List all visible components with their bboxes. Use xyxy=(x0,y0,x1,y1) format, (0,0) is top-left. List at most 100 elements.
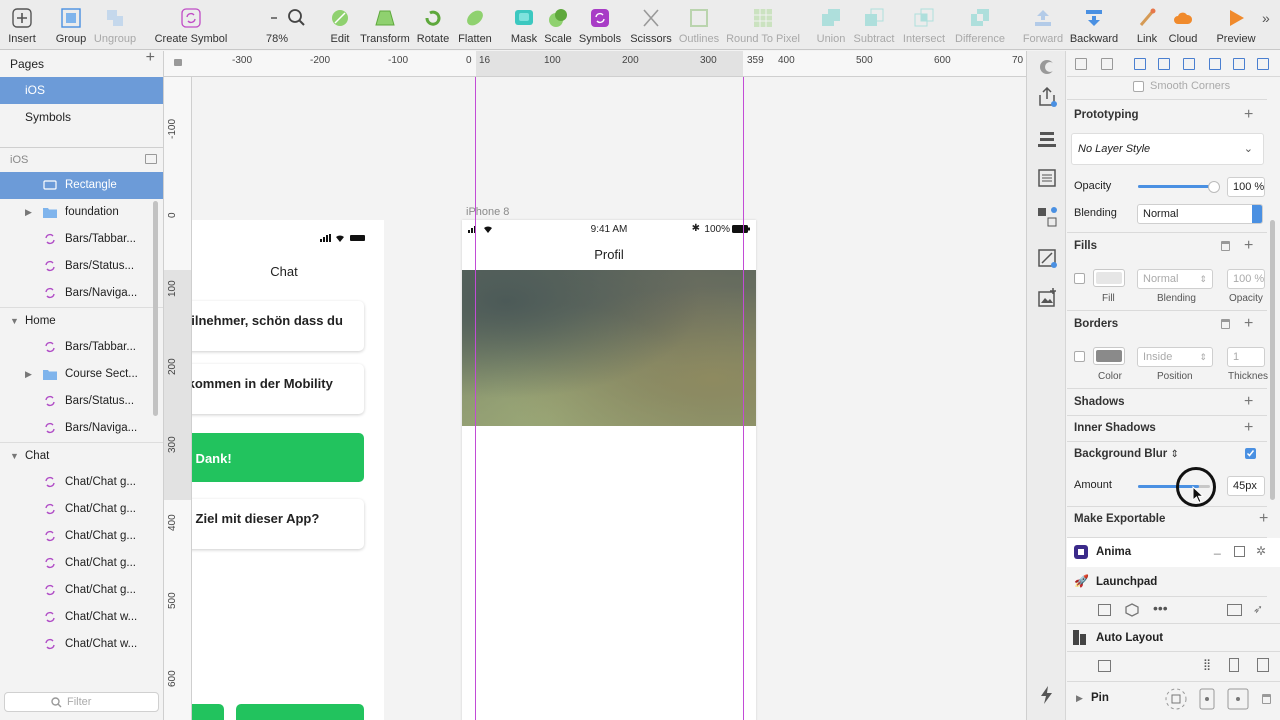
pin-horizontal-icon[interactable] xyxy=(1227,688,1249,710)
layer-item[interactable]: Bars/Naviga... xyxy=(0,415,163,442)
layer-item[interactable]: Bars/Tabbar... xyxy=(0,334,163,361)
background-blur-title[interactable]: Background Blur ⇕ xyxy=(1074,448,1179,460)
browser-icon[interactable] xyxy=(1227,604,1242,616)
artboard-label[interactable]: iPhone 8 xyxy=(466,206,509,218)
pin-header[interactable]: ▶ Pin xyxy=(1067,681,1280,720)
more-icon[interactable]: ••• xyxy=(1153,600,1168,616)
create-symbol-button[interactable]: Create Symbol xyxy=(152,0,230,50)
scissors-button[interactable]: Scissors xyxy=(628,0,674,50)
smooth-corners-checkbox[interactable] xyxy=(1133,81,1144,92)
components-icon[interactable] xyxy=(1037,207,1057,227)
flatten-button[interactable]: Flatten xyxy=(456,0,494,50)
align-bottom-icon[interactable] xyxy=(1257,58,1269,70)
gear-icon[interactable]: ✲ xyxy=(1256,544,1266,558)
chat-artboard[interactable]: Chat eilnehmer, schön dass du lkommen in… xyxy=(192,220,384,720)
blending-select[interactable]: Normal xyxy=(1137,204,1263,224)
subtract-button[interactable]: Subtract xyxy=(852,0,896,50)
fill-color-swatch[interactable] xyxy=(1093,269,1125,287)
opacity-slider[interactable] xyxy=(1138,185,1214,188)
transform-button[interactable]: Transform xyxy=(358,0,412,50)
trash-icon[interactable] xyxy=(1221,241,1230,251)
align-center-icon[interactable] xyxy=(1158,58,1170,70)
fill-enabled-checkbox[interactable] xyxy=(1074,273,1085,284)
chat-bubble-green[interactable]: n Dank! xyxy=(192,433,364,482)
forward-button[interactable]: Forward xyxy=(1020,0,1066,50)
layers-stack-icon[interactable] xyxy=(1037,129,1057,149)
round-to-pixel-button[interactable]: Round To Pixel xyxy=(724,0,802,50)
mask-button[interactable]: Mask xyxy=(508,0,540,50)
union-button[interactable]: Union xyxy=(812,0,850,50)
launchpad-header[interactable]: 🚀 Launchpad xyxy=(1067,568,1280,596)
symbols-button[interactable]: Symbols xyxy=(576,0,624,50)
lightning-icon[interactable] xyxy=(1037,685,1057,705)
blurred-rectangle[interactable] xyxy=(462,270,756,426)
canvas[interactable]: Chat eilnehmer, schön dass du lkommen in… xyxy=(192,77,1026,720)
backward-button[interactable]: Backward xyxy=(1068,0,1120,50)
layers-scrollbar[interactable] xyxy=(153,201,158,416)
devices-icon[interactable] xyxy=(1257,658,1269,672)
inspector-scrollbar[interactable] xyxy=(1270,220,1275,500)
toggle-icon[interactable] xyxy=(1037,57,1057,77)
insert-button[interactable]: Insert xyxy=(2,0,42,50)
page-item-symbols[interactable]: Symbols xyxy=(0,104,163,131)
disclosure-open-icon[interactable]: ▼ xyxy=(10,443,19,469)
add-inner-shadow-plus-icon[interactable]: + xyxy=(1244,420,1253,436)
layer-item[interactable]: Bars/Naviga... xyxy=(0,280,163,307)
pin-vertical-icon[interactable] xyxy=(1199,688,1215,710)
lock-icon[interactable] xyxy=(174,59,182,66)
link-button[interactable]: Link xyxy=(1130,0,1164,50)
disclosure-closed-icon[interactable]: ▶ xyxy=(25,199,32,226)
add-page-plus-icon[interactable]: + xyxy=(146,51,155,66)
scale-button[interactable]: Scale xyxy=(542,0,574,50)
layer-style-select[interactable]: No Layer Style ⌄ xyxy=(1071,133,1264,165)
outlines-button[interactable]: Outlines xyxy=(676,0,722,50)
add-image-icon[interactable] xyxy=(1037,288,1057,308)
border-color-swatch[interactable] xyxy=(1093,347,1125,365)
layer-item[interactable]: Chat/Chat g... xyxy=(0,469,163,496)
layer-item[interactable]: Bars/Tabbar... xyxy=(0,226,163,253)
anima-header[interactable]: Anima _ ✲ xyxy=(1067,538,1280,567)
page-item-ios[interactable]: iOS xyxy=(0,77,163,104)
distribute-horizontal-icon[interactable] xyxy=(1075,58,1087,70)
pen-frame-icon[interactable] xyxy=(1037,248,1057,268)
border-position-select[interactable]: Inside ⇕ xyxy=(1137,347,1213,367)
add-prototyping-plus-icon[interactable]: + xyxy=(1244,107,1253,123)
border-enabled-checkbox[interactable] xyxy=(1074,351,1085,362)
difference-button[interactable]: Difference xyxy=(952,0,1008,50)
cloud-button[interactable]: Cloud xyxy=(1164,0,1202,50)
chat-bubble[interactable]: n Ziel mit dieser App? xyxy=(192,499,364,549)
document-list-icon[interactable] xyxy=(1037,168,1057,188)
layer-group[interactable]: ▼ Home xyxy=(0,307,163,334)
border-thickness-field[interactable]: 1 xyxy=(1227,347,1265,367)
layer-item[interactable]: Bars/Status... xyxy=(0,253,163,280)
layer-item[interactable]: Rectangle xyxy=(0,172,163,199)
toolbar-overflow-button[interactable]: » xyxy=(1260,0,1278,50)
auto-layout-header[interactable]: Auto Layout xyxy=(1067,623,1280,651)
green-button[interactable] xyxy=(236,704,364,720)
layer-item[interactable]: ▶ foundation xyxy=(0,199,163,226)
align-middle-icon[interactable] xyxy=(1233,58,1245,70)
grid-icon[interactable]: ⣿ xyxy=(1203,658,1211,671)
add-fill-plus-icon[interactable]: + xyxy=(1244,238,1253,254)
pin-all-icon[interactable] xyxy=(1163,686,1189,712)
opacity-slider-knob[interactable] xyxy=(1208,181,1220,193)
layer-item[interactable]: Chat/Chat g... xyxy=(0,523,163,550)
rotate-button[interactable]: Rotate xyxy=(416,0,450,50)
align-top-icon[interactable] xyxy=(1209,58,1221,70)
zoom-control[interactable]: 78% xyxy=(248,0,306,50)
layer-item[interactable]: Chat/Chat w... xyxy=(0,631,163,658)
edit-button[interactable]: Edit xyxy=(326,0,354,50)
intersect-button[interactable]: Intersect xyxy=(900,0,948,50)
add-export-plus-icon[interactable]: + xyxy=(1259,511,1268,527)
add-border-plus-icon[interactable]: + xyxy=(1244,316,1253,332)
panel-icon[interactable] xyxy=(1234,546,1245,557)
fill-blending-select[interactable]: Normal ⇕ xyxy=(1137,269,1213,289)
align-left-icon[interactable] xyxy=(1134,58,1146,70)
layer-item[interactable]: Bars/Status... xyxy=(0,388,163,415)
filter-input[interactable]: Filter xyxy=(4,692,159,712)
minimize-icon[interactable]: _ xyxy=(1214,541,1221,555)
opacity-field[interactable]: 100 % xyxy=(1227,177,1265,197)
rocket-outline-icon[interactable]: ➶ xyxy=(1253,602,1263,616)
chat-bubble[interactable]: lkommen in der Mobility xyxy=(192,364,364,414)
layer-item[interactable]: Chat/Chat g... xyxy=(0,577,163,604)
